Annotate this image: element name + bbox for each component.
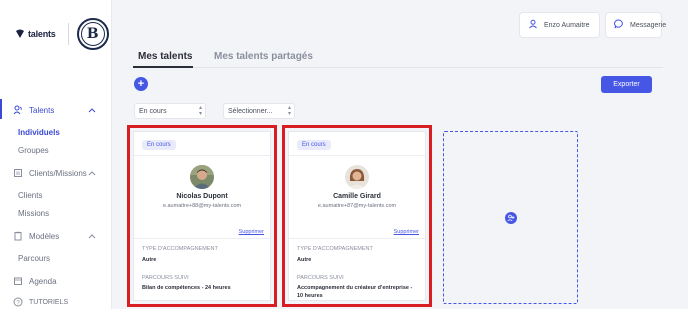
talent-name[interactable]: Nicolas Dupont	[134, 193, 270, 200]
user-icon	[528, 19, 538, 31]
select-arrows-icon: ▴ ▾	[287, 105, 291, 117]
chevron-up-icon	[88, 169, 96, 178]
nav-groupes[interactable]: Groupes	[18, 146, 49, 155]
parcours-value: Accompagnement du créateur d'entreprise …	[297, 285, 413, 299]
nav-modeles[interactable]: Modèles	[0, 231, 112, 241]
type-value: Autre	[142, 257, 157, 263]
add-talent-button[interactable]: +	[134, 77, 148, 91]
active-tab-indicator	[133, 66, 193, 68]
user-menu-button[interactable]: Enzo Aumaitre	[519, 12, 600, 38]
avatar	[345, 165, 369, 189]
chat-icon	[614, 19, 624, 31]
talent-card-highlight: En cours Nicolas Dupont e.aumaitre+88@my…	[127, 125, 277, 307]
select-arrows-icon: ▴ ▾	[198, 105, 202, 117]
nav-tutoriels[interactable]: ? TUTORIELS	[0, 297, 112, 307]
calendar-icon	[13, 276, 23, 286]
user-name: Enzo Aumaitre	[544, 21, 590, 29]
status-badge: En cours	[297, 140, 331, 150]
nav-tutoriels-label: TUTORIELS	[29, 298, 69, 306]
type-label: TYPE D'ACCOMPAGNEMENT	[142, 246, 218, 252]
type-label: TYPE D'ACCOMPAGNEMENT	[297, 246, 373, 252]
delete-link[interactable]: Supprimer	[239, 229, 264, 235]
tab-divider	[133, 67, 663, 68]
nav-clients-missions[interactable]: Clients/Missions	[0, 168, 112, 178]
talent-name[interactable]: Camille Girard	[289, 193, 425, 200]
status-select-value: En cours	[139, 107, 167, 115]
nav-agenda[interactable]: Agenda	[0, 276, 112, 286]
talent-card-highlight: En cours Camille Girard e.aumaitre+87@my…	[282, 125, 432, 307]
clipboard-icon	[13, 231, 23, 241]
card-divider	[134, 155, 270, 156]
card-divider	[134, 238, 270, 239]
parcours-label: PARCOURS SUIVI	[297, 275, 344, 281]
brand-text: talents	[28, 29, 56, 39]
talent-card[interactable]: En cours Nicolas Dupont e.aumaitre+88@my…	[133, 131, 271, 301]
card-divider	[289, 238, 425, 239]
export-button[interactable]: Exporter	[601, 76, 652, 93]
status-badge: En cours	[142, 140, 176, 150]
nav-talents[interactable]: Talents	[0, 99, 112, 119]
parcours-value: Bilan de compétences - 24 heures	[142, 285, 231, 291]
logo-row: talents B	[14, 16, 109, 52]
avatar	[190, 165, 214, 189]
messages-button[interactable]: Messagerie	[605, 12, 666, 38]
card-divider	[289, 155, 425, 156]
parcours-label: PARCOURS SUIVI	[142, 275, 189, 281]
help-circle-icon: ?	[13, 297, 23, 307]
nav-agenda-label: Agenda	[29, 276, 57, 286]
nav-clients-missions-label: Clients/Missions	[29, 168, 87, 178]
delete-link[interactable]: Supprimer	[394, 229, 419, 235]
filter-select[interactable]: Sélectionner... ▴ ▾	[223, 103, 295, 119]
messages-label: Messagerie	[630, 21, 667, 29]
nav-parcours[interactable]: Parcours	[18, 254, 50, 263]
add-user-icon[interactable]	[504, 211, 517, 224]
chevron-up-icon	[88, 232, 96, 241]
type-value: Autre	[297, 257, 312, 263]
nav-clients[interactable]: Clients	[18, 191, 42, 200]
partner-logo: B	[76, 18, 109, 50]
nav-missions[interactable]: Missions	[18, 209, 49, 218]
logo-separator	[67, 23, 69, 45]
talent-email: e.aumaitre+88@my-talents.com	[162, 203, 242, 209]
user-icon	[13, 105, 23, 115]
sidebar: talents B Talents Individuels Groupes Cl…	[0, 0, 112, 309]
nav-talents-label: Talents	[29, 105, 55, 115]
talent-card[interactable]: En cours Camille Girard e.aumaitre+87@my…	[288, 131, 426, 301]
tab-mes-talents[interactable]: Mes talents	[138, 51, 192, 62]
my-talents-logo[interactable]: talents	[14, 28, 56, 40]
status-select[interactable]: En cours ▴ ▾	[134, 103, 206, 119]
nav-individuels[interactable]: Individuels	[18, 128, 60, 137]
talent-email: e.aumaitre+87@my-talents.com	[317, 203, 397, 209]
building-icon	[13, 168, 23, 178]
filter-select-value: Sélectionner...	[228, 107, 273, 115]
my-talents-logo-icon	[16, 29, 24, 38]
tab-mes-talents-partages[interactable]: Mes talents partagés	[214, 51, 313, 62]
nav-modeles-label: Modèles	[29, 231, 60, 241]
chevron-up-icon	[88, 106, 96, 115]
partner-logo-letter: B	[80, 22, 105, 46]
add-talent-card[interactable]	[443, 131, 578, 304]
